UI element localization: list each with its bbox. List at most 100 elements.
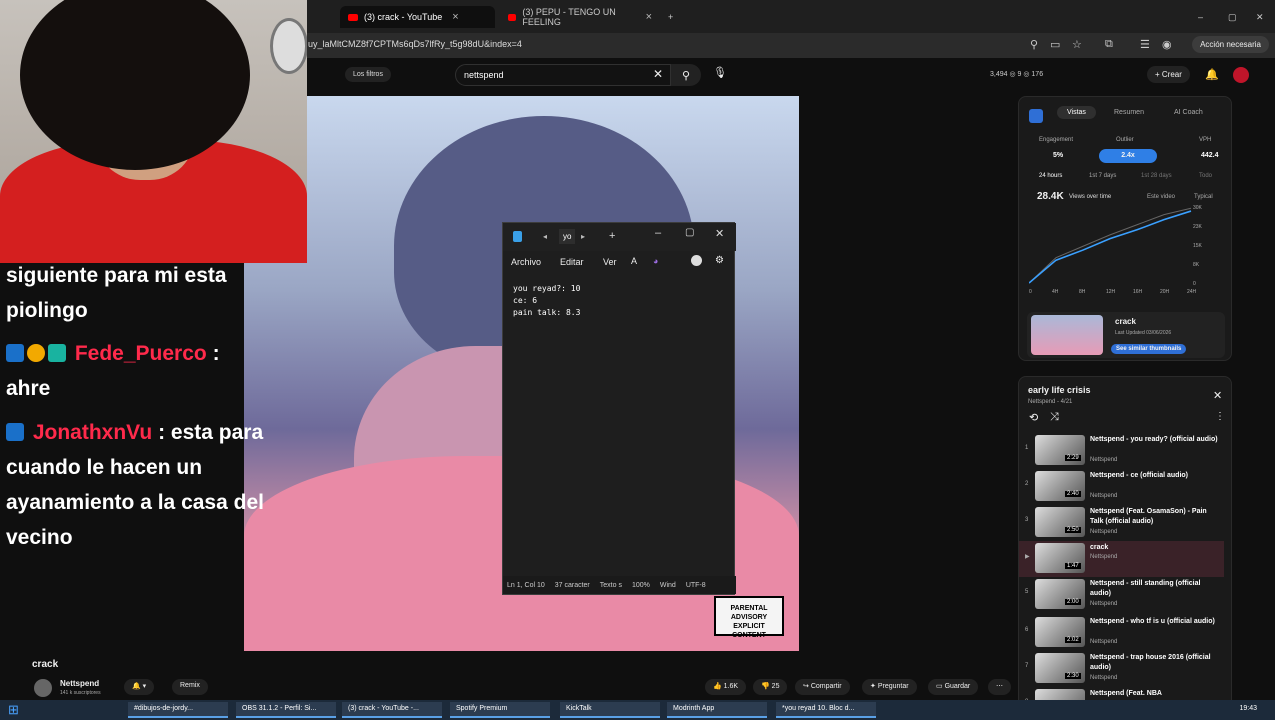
playlist-item[interactable]: 2 2:40 Nettspend - ce (official audio) Nett… [1019, 469, 1224, 505]
window-close-icon[interactable]: ✕ [1248, 6, 1272, 28]
taskbar-app[interactable]: OBS 31.1.2 - Perfil: Si... [236, 702, 336, 718]
copilot-icon[interactable]: ◕ [653, 256, 658, 266]
start-icon[interactable]: ⊞ [8, 702, 19, 718]
close-icon[interactable]: × [646, 11, 652, 23]
playlist-item[interactable]: 7 2:30 Nettspend - trap house 2016 (offici… [1019, 651, 1224, 687]
badge-icon [6, 344, 24, 362]
channel-avatar[interactable] [34, 679, 52, 697]
dislike-count: 25 [771, 683, 780, 690]
metric-value: 442.4 [1201, 152, 1219, 159]
channel-name[interactable]: Nettspend [60, 679, 99, 688]
settings-icon[interactable]: ⚙ [715, 255, 724, 266]
menu-ver[interactable]: Ver [603, 257, 617, 267]
prev-tab-icon[interactable]: ◂ [543, 232, 547, 241]
metric-label: Engagement [1039, 137, 1074, 143]
close-icon[interactable]: ✕ [715, 227, 724, 240]
like-button[interactable]: 👍 1.6K [705, 679, 747, 695]
shuffle-icon[interactable]: ⤨ [1050, 411, 1059, 424]
playlist-item[interactable]: ▶ 1:47 crack Nettspend [1019, 541, 1224, 577]
tab-crack-youtube[interactable]: (3) crack - YouTube × [340, 6, 495, 28]
chat-message: Fede_Puerco : [6, 336, 220, 371]
profile-icon[interactable]: ◉ [1162, 38, 1172, 51]
save-label: Guardar [944, 683, 971, 690]
taskbar-app[interactable]: #dibujos-de-jordy... [128, 702, 228, 718]
action-needed-button[interactable]: Acción necesaria [1192, 36, 1269, 53]
playlist-item-duration: 2:30 [1065, 673, 1081, 679]
account-icon[interactable] [691, 255, 702, 266]
extensions-icon[interactable]: ⧉ [1105, 38, 1113, 51]
maximize-icon[interactable]: ▢ [685, 227, 694, 238]
badge-icon [27, 344, 45, 362]
playlist-item-duration: 2:40 [1065, 491, 1081, 497]
x-tick-label: 8H [1079, 289, 1086, 295]
notepad-statusbar: Ln 1, Col 10 37 caracter Texto s 100% Wi… [503, 576, 736, 594]
taskbar: ⊞ #dibujos-de-jordy... OBS 31.1.2 - Perfi… [0, 700, 1275, 720]
subscribe-bell-button[interactable]: 🔔 ▾ [124, 679, 155, 695]
more-icon[interactable]: ⋮ [1215, 411, 1225, 422]
range-all[interactable]: Todo [1199, 173, 1212, 179]
taskbar-app[interactable]: KickTalk [560, 702, 660, 718]
close-icon[interactable]: ✕ [1213, 389, 1222, 402]
loop-icon[interactable]: ⟲ [1029, 411, 1038, 424]
minimize-icon[interactable]: – [1190, 6, 1211, 28]
range-24h[interactable]: 24 hours [1039, 173, 1062, 179]
x-tick-label: 16H [1133, 289, 1143, 295]
notifications-icon[interactable]: 🔔 [1205, 68, 1219, 81]
tab-ai-coach[interactable]: AI Coach [1174, 109, 1203, 116]
tab-pepu[interactable]: (3) PEPU - TENGO UN FEELING × [500, 6, 660, 28]
search-button[interactable]: ⚲ [671, 64, 701, 86]
metric-label: Outlier [1116, 137, 1134, 143]
menu-archivo[interactable]: Archivo [511, 257, 541, 267]
playlist-item-title: Nettspend - still standing (official aud… [1090, 580, 1201, 597]
tab-vistas[interactable]: Vistas [1057, 106, 1096, 119]
playlist-title: early life crisis [1028, 385, 1091, 395]
y-tick-label: 0 [1193, 281, 1196, 287]
playlist-item-index: ▶ [1025, 554, 1030, 560]
menu-editar[interactable]: Editar [560, 257, 584, 267]
microphone-icon[interactable]: 🎙 [713, 66, 727, 79]
notepad-window[interactable]: ◂ yo ▸ + – ▢ ✕ Archivo Editar Ver A ◕ ⚙ … [502, 222, 736, 595]
more-actions-button[interactable]: ⋯ [988, 679, 1011, 695]
new-tab-button[interactable]: + [660, 6, 681, 28]
taskbar-app[interactable]: (3) crack - YouTube -... [342, 702, 442, 718]
url-text[interactable]: uy_laMltCMZ8f7CPTMs6qDs7lfRy_t5g98dU&ind… [308, 39, 522, 49]
save-button[interactable]: ▭ Guardar [928, 679, 979, 695]
maximize-icon[interactable]: ▢ [1220, 6, 1245, 28]
playlist-item[interactable]: 1 2:29 Nettspend - you ready? (official au… [1019, 433, 1224, 469]
cast-icon[interactable]: ▭ [1050, 38, 1060, 51]
format-icon[interactable]: A [631, 256, 637, 266]
zoom-icon[interactable]: ⚲ [1030, 38, 1038, 51]
y-tick-label: 15K [1193, 243, 1203, 249]
remix-button[interactable]: Remix [172, 679, 208, 695]
filters-chip[interactable]: Los filtros [345, 67, 391, 82]
dislike-button[interactable]: 👎 25 [753, 679, 788, 695]
badge-icon [48, 344, 66, 362]
taskbar-app[interactable]: Spotify Premium [450, 702, 550, 718]
views-over-time-dropdown[interactable]: Views over time [1069, 194, 1111, 200]
playlist-item[interactable]: 3 2:50 Nettspend (Feat. OsamaSon) - Pain T… [1019, 505, 1224, 541]
metric-label: VPH [1199, 137, 1212, 143]
share-button[interactable]: ↪ Compartir [795, 679, 850, 695]
avatar[interactable] [1233, 67, 1249, 83]
notepad-text-area[interactable]: you reyad?: 10 ce: 6 pain talk: 8.3 [513, 283, 580, 319]
playlist-item-index: 3 [1025, 517, 1029, 523]
ask-button[interactable]: ✦ Preguntar [862, 679, 917, 695]
range-28d[interactable]: 1st 28 days [1141, 173, 1172, 179]
similar-thumbnails-button[interactable]: See similar thumbnails [1111, 344, 1187, 354]
playlist-item[interactable]: 6 2:02 Nettspend - who tf is u (official a… [1019, 615, 1224, 651]
reading-list-icon[interactable]: ☰ [1140, 38, 1150, 51]
taskbar-app[interactable]: Modrinth App [667, 702, 767, 718]
playlist-item[interactable]: 5 2:00 Nettspend - still standing (officia… [1019, 577, 1224, 613]
close-icon[interactable]: × [452, 11, 458, 23]
new-tab-icon[interactable]: + [609, 230, 615, 242]
search-input[interactable]: nettspend [455, 64, 671, 86]
minimize-icon[interactable]: – [655, 227, 661, 239]
star-icon[interactable]: ☆ [1072, 38, 1082, 51]
taskbar-app[interactable]: *you reyad 10. Bloc d... [776, 702, 876, 718]
next-tab-icon[interactable]: ▸ [581, 232, 585, 241]
clear-search-icon[interactable]: ✕ [653, 67, 663, 81]
range-7d[interactable]: 1st 7 days [1089, 173, 1116, 179]
create-button[interactable]: + Crear [1147, 66, 1190, 83]
tab-resumen[interactable]: Resumen [1114, 109, 1144, 116]
notepad-tab[interactable]: yo [559, 229, 576, 244]
